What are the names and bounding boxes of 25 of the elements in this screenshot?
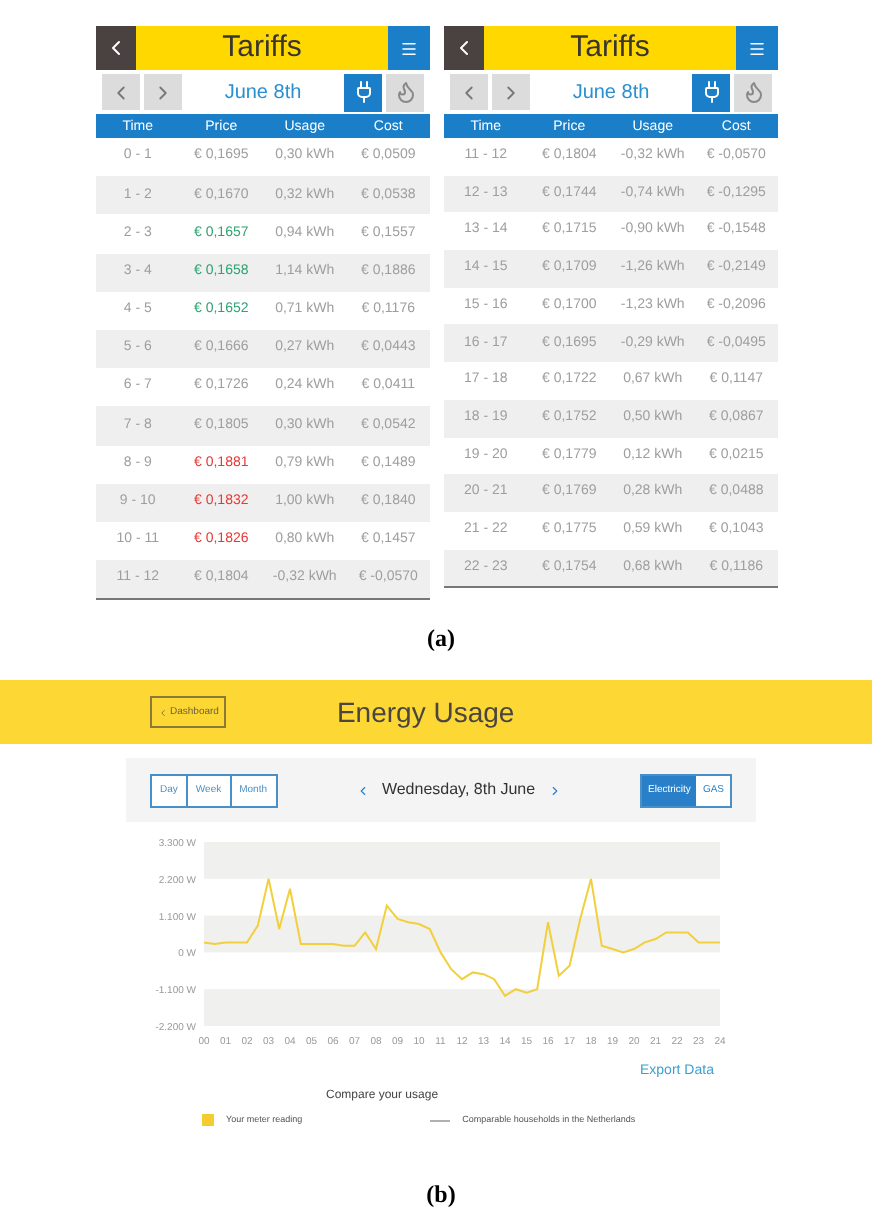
- flame-icon: [741, 80, 765, 104]
- figure-caption: (b): [426, 1177, 456, 1211]
- menu-button[interactable]: [388, 26, 430, 70]
- gas-button[interactable]: [386, 73, 424, 111]
- plug-icon: [699, 80, 723, 104]
- date-label: June 8th: [570, 79, 652, 107]
- flame-icon: [393, 80, 417, 104]
- previous-day-icon[interactable]: [355, 783, 370, 798]
- date-label: Wednesday, 8th June: [381, 778, 536, 803]
- electricity-button[interactable]: [692, 73, 730, 111]
- menu-icon: [400, 39, 418, 57]
- menu-icon: [748, 39, 766, 57]
- back-button[interactable]: [96, 26, 136, 70]
- screen-title: Tariffs: [484, 26, 736, 70]
- page-title: Energy Usage: [336, 693, 515, 732]
- menu-button[interactable]: [736, 26, 778, 70]
- electricity-button[interactable]: [344, 73, 382, 111]
- date-label: June 8th: [222, 79, 304, 107]
- plug-icon: [351, 80, 375, 104]
- chevron-left-icon: [158, 707, 168, 718]
- figure-caption: (a): [427, 622, 455, 657]
- screen-title: Tariffs: [136, 26, 388, 70]
- next-day-icon[interactable]: [547, 783, 562, 798]
- back-button[interactable]: [444, 26, 484, 70]
- gas-button[interactable]: [734, 73, 772, 111]
